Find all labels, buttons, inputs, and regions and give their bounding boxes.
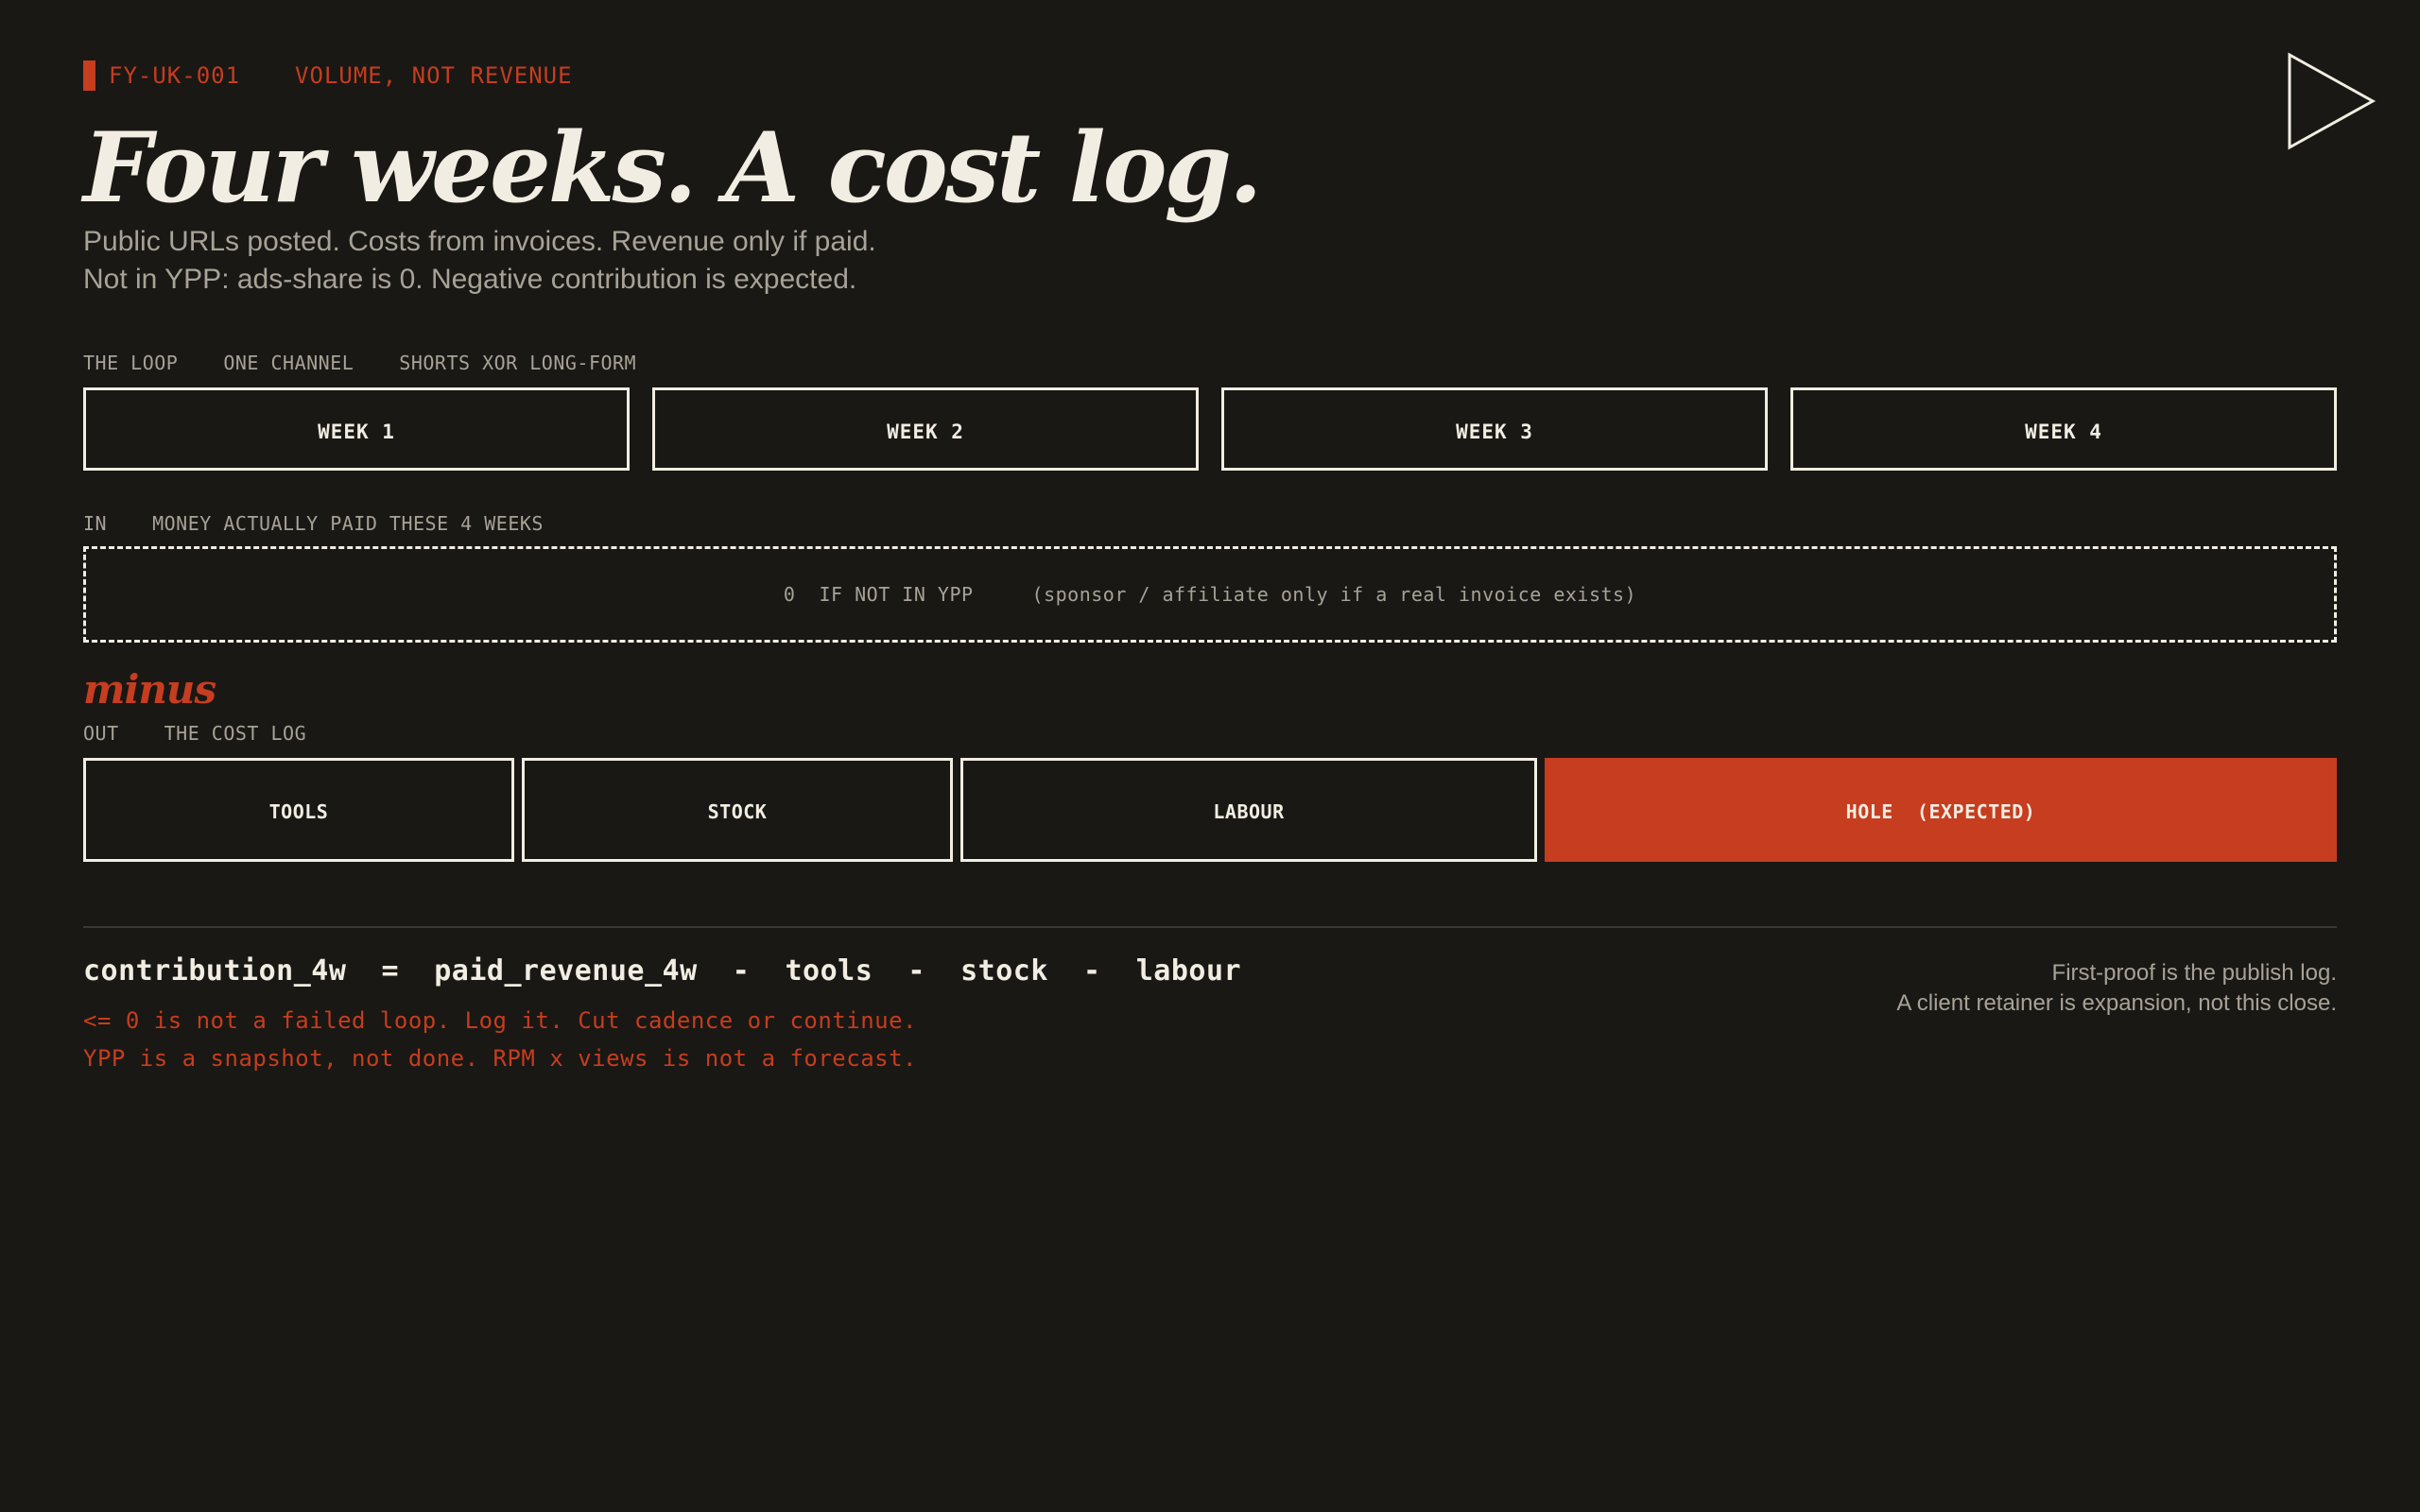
play-outline-icon[interactable] bbox=[2286, 51, 2378, 151]
aside-line-2: A client retainer is expansion, not this… bbox=[1896, 990, 2337, 1016]
in-label-title: IN bbox=[83, 512, 108, 535]
cost-tools: TOOLS bbox=[83, 758, 514, 862]
cost-row: TOOLS STOCK LABOUR HOLE (EXPECTED) bbox=[83, 758, 2337, 862]
out-label-desc: THE COST LOG bbox=[164, 722, 307, 745]
page: FY-UK-001 VOLUME, NOT REVENUE Four weeks… bbox=[83, 0, 2377, 1512]
week-box-4: WEEK 4 bbox=[1790, 387, 2337, 471]
loop-label-title: THE LOOP bbox=[83, 352, 179, 374]
divider bbox=[83, 926, 2337, 928]
doc-code: FY-UK-001 bbox=[109, 62, 241, 89]
loop-label-format: SHORTS XOR LONG-FORM bbox=[399, 352, 637, 374]
revenue-box: 0 IF NOT IN YPP (sponsor / affiliate onl… bbox=[83, 546, 2337, 643]
accent-bar bbox=[83, 60, 95, 91]
formula: contribution_4w = paid_revenue_4w - tool… bbox=[83, 954, 1242, 988]
week-box-1: WEEK 1 bbox=[83, 387, 630, 471]
week-row: WEEK 1 WEEK 2 WEEK 3 WEEK 4 bbox=[83, 387, 2337, 471]
revenue-value: 0 IF NOT IN YPP bbox=[783, 583, 974, 606]
revenue-note: (sponsor / affiliate only if a real invo… bbox=[1031, 583, 1637, 606]
header-tagline: FY-UK-001 VOLUME, NOT REVENUE bbox=[83, 60, 573, 91]
formula-note-2: YPP is a snapshot, not done. RPM x views… bbox=[83, 1045, 918, 1072]
out-label-title: OUT bbox=[83, 722, 119, 745]
cost-stock: STOCK bbox=[522, 758, 953, 862]
loop-label: THE LOOP ONE CHANNEL SHORTS XOR LONG-FOR… bbox=[83, 352, 636, 374]
in-label-desc: MONEY ACTUALLY PAID THESE 4 WEEKS bbox=[152, 512, 544, 535]
minus-label: minus bbox=[83, 666, 216, 713]
week-box-2: WEEK 2 bbox=[652, 387, 1199, 471]
subtitle-line-2: Not in YPP: ads-share is 0. Negative con… bbox=[83, 264, 857, 295]
doc-tag: VOLUME, NOT REVENUE bbox=[295, 62, 573, 89]
cost-hole: HOLE (EXPECTED) bbox=[1545, 758, 2337, 862]
in-label: IN MONEY ACTUALLY PAID THESE 4 WEEKS bbox=[83, 512, 544, 535]
aside-line-1: First-proof is the publish log. bbox=[2051, 960, 2337, 986]
cost-labour: LABOUR bbox=[960, 758, 1537, 862]
formula-note-1: <= 0 is not a failed loop. Log it. Cut c… bbox=[83, 1007, 918, 1034]
page-title: Four weeks. A cost log. bbox=[83, 112, 1262, 225]
out-label: OUT THE COST LOG bbox=[83, 722, 306, 745]
week-box-3: WEEK 3 bbox=[1221, 387, 1768, 471]
loop-label-channel: ONE CHANNEL bbox=[223, 352, 354, 374]
subtitle-line-1: Public URLs posted. Costs from invoices.… bbox=[83, 226, 876, 257]
